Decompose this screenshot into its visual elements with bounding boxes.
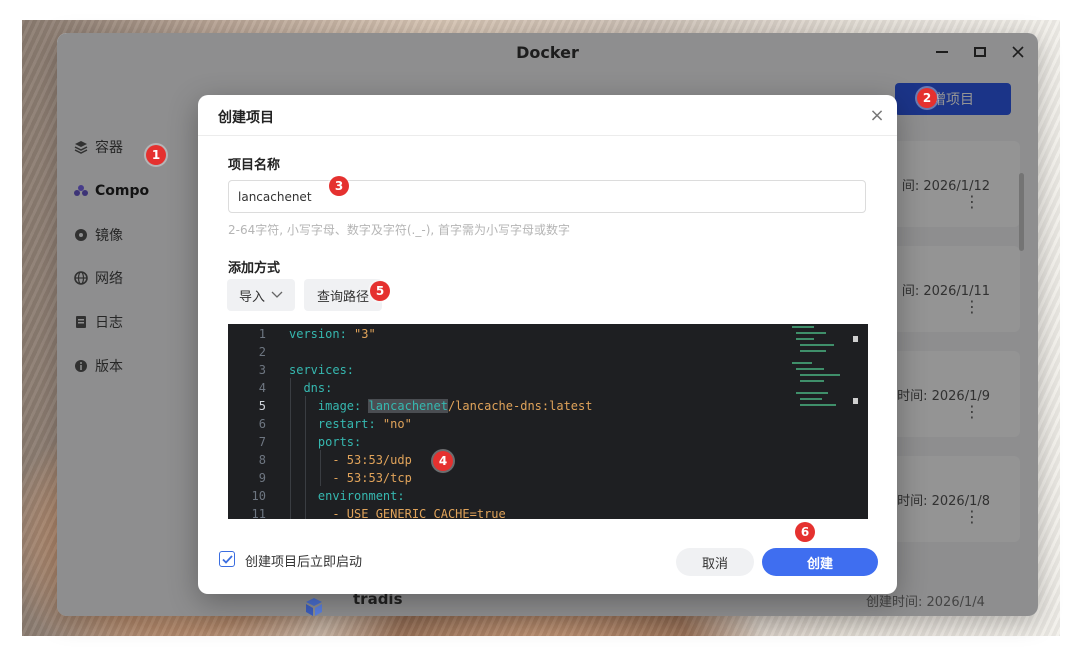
line-number: 11 bbox=[251, 507, 266, 519]
line-number: 10 bbox=[251, 489, 266, 503]
line-number: 9 bbox=[258, 471, 266, 485]
dialog-header: 创建项目 × bbox=[198, 95, 897, 136]
code-text: - 53:53/udp bbox=[289, 453, 412, 467]
code-line: 7 ports: bbox=[228, 433, 788, 451]
code-text: ports: bbox=[289, 435, 362, 449]
code-line: 6 restart: "no" bbox=[228, 415, 788, 433]
name-hint: 2-64字符, 小写字母、数字及字符(._-), 首字需为小写字母或数字 bbox=[228, 223, 571, 237]
line-number: 7 bbox=[258, 435, 266, 449]
code-minimap[interactable] bbox=[790, 324, 860, 519]
cancel-button[interactable]: 取消 bbox=[676, 548, 754, 576]
line-number: 1 bbox=[258, 327, 266, 341]
autostart-checkbox[interactable] bbox=[219, 551, 235, 567]
chevron-down-icon bbox=[271, 291, 283, 298]
code-line: 3 services: bbox=[228, 361, 788, 379]
minimap-marker bbox=[853, 336, 858, 342]
import-dropdown[interactable]: 导入 bbox=[227, 279, 295, 311]
create-project-dialog: 创建项目 × 项目名称 2-64字符, 小写字母、数字及字符(._-), 首字需… bbox=[198, 95, 897, 594]
code-line: 5 image: lancachenet/lancache-dns:latest bbox=[228, 397, 788, 415]
code-line: 9 - 53:53/tcp bbox=[228, 469, 788, 487]
autostart-label: 创建项目后立即启动 bbox=[245, 555, 363, 570]
import-label: 导入 bbox=[238, 289, 265, 305]
annotation-badge: 3 bbox=[329, 176, 349, 196]
add-method-label: 添加方式 bbox=[228, 261, 281, 276]
code-text: version: "3" bbox=[289, 327, 376, 341]
line-number: 8 bbox=[258, 453, 266, 467]
dialog-title: 创建项目 bbox=[218, 110, 274, 126]
line-number: 6 bbox=[258, 417, 266, 431]
annotation-badge: 6 bbox=[795, 522, 815, 542]
line-number: 3 bbox=[258, 363, 266, 377]
project-icon bbox=[306, 598, 322, 616]
code-line: 2 bbox=[228, 343, 788, 361]
line-number: 2 bbox=[258, 345, 266, 359]
code-line: 1 version: "3" bbox=[228, 325, 788, 343]
code-text: - 53:53/tcp bbox=[289, 471, 412, 485]
project-name-label: 项目名称 bbox=[228, 158, 281, 173]
project-name-input[interactable] bbox=[228, 180, 866, 213]
line-number: 4 bbox=[258, 381, 266, 395]
line-number: 5 bbox=[258, 399, 266, 413]
close-icon[interactable]: × bbox=[867, 105, 887, 126]
annotation-badge: 4 bbox=[433, 451, 453, 471]
code-line: 8 - 53:53/udp bbox=[228, 451, 788, 469]
annotation-badge: 5 bbox=[370, 281, 390, 301]
code-line: 11 - USE_GENERIC_CACHE=true bbox=[228, 505, 788, 519]
annotation-badge: 2 bbox=[917, 88, 937, 108]
code-text: dns: bbox=[289, 381, 333, 395]
code-text: environment: bbox=[289, 489, 405, 503]
code-text: image: lancachenet/lancache-dns:latest bbox=[289, 399, 593, 413]
code-line: 4 dns: bbox=[228, 379, 788, 397]
create-button[interactable]: 创建 bbox=[762, 548, 878, 576]
compose-code-editor[interactable]: 1 version: "3" 2 3 services: 4 dns: 5 image: l… bbox=[228, 324, 868, 519]
code-text: restart: "no" bbox=[289, 417, 412, 431]
minimap-marker bbox=[853, 398, 858, 404]
code-line: 10 environment: bbox=[228, 487, 788, 505]
annotation-badge: 1 bbox=[146, 145, 166, 165]
code-text: - USE_GENERIC_CACHE=true bbox=[289, 507, 506, 519]
code-text: services: bbox=[289, 363, 355, 377]
